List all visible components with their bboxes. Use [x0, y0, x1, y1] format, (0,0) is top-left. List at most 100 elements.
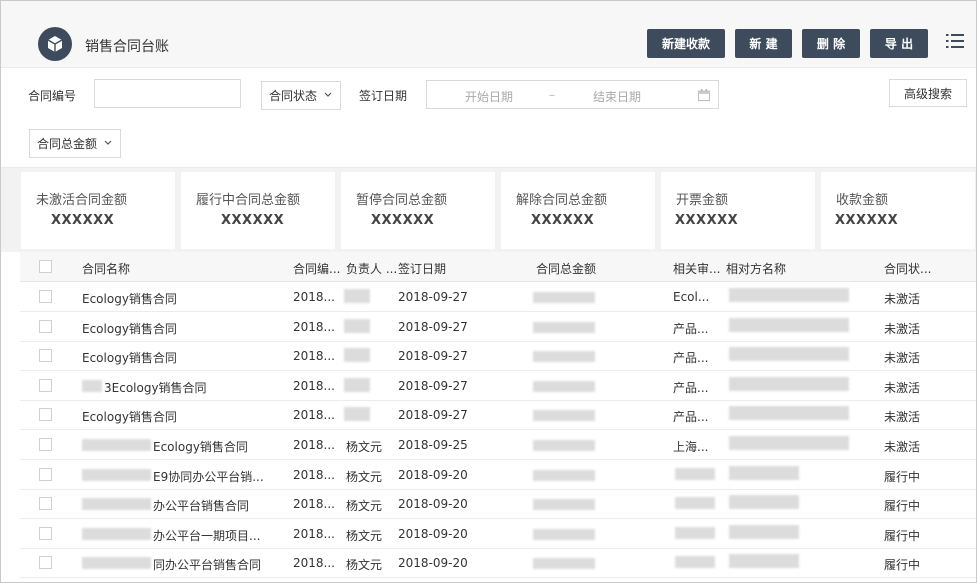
- chevron-down-icon: [104, 140, 112, 145]
- column-header-amount[interactable]: 合同总金额: [536, 260, 596, 277]
- new-receipt-button[interactable]: 新建收款: [647, 29, 725, 58]
- redacted-block: [533, 440, 595, 451]
- table-row[interactable]: 同办公平台销售合同 2018... 杨文元 2018-09-20 履行中: [20, 548, 976, 578]
- table-row[interactable]: Ecology销售合同 2018... 2018-09-27 产品... 未激活: [20, 312, 976, 342]
- column-header-status[interactable]: 合同状...: [884, 260, 931, 277]
- redacted-block: [82, 380, 102, 392]
- cell-date: 2018-09-20: [398, 497, 468, 511]
- row-checkbox[interactable]: [39, 379, 52, 392]
- start-date-input[interactable]: 开始日期: [465, 88, 513, 105]
- column-header-related[interactable]: 相关审...: [673, 260, 720, 277]
- column-header-date[interactable]: 签订日期: [398, 260, 446, 277]
- sign-date-label: 签订日期: [359, 89, 408, 103]
- redacted-block: [82, 498, 151, 510]
- cell-no: 2018...: [293, 349, 335, 363]
- summary-card-title: 解除合同总金额: [516, 193, 608, 208]
- contract-no-label: 合同编号: [28, 89, 77, 103]
- cell-related: 产品...: [673, 351, 709, 365]
- redacted-block: [729, 406, 849, 420]
- cell-status: 履行中: [884, 558, 921, 572]
- select-all-checkbox[interactable]: [39, 260, 52, 273]
- redacted-block: [533, 529, 595, 540]
- row-checkbox[interactable]: [39, 527, 52, 540]
- table-row[interactable]: Ecology销售合同 2018... 2018-09-27 Ecol... 未激活: [20, 282, 976, 312]
- redacted-block: [82, 528, 151, 540]
- redacted-block: [729, 436, 849, 450]
- table-row[interactable]: 办公平台一期项目... 2018... 杨文元 2018-09-20 履行中: [20, 519, 976, 549]
- cell-status: 未激活: [884, 292, 921, 306]
- cell-name: Ecology销售合同: [82, 351, 177, 365]
- table-row[interactable]: E9协同办公平台销... 2018... 杨文元 2018-09-20 履行中: [20, 460, 976, 490]
- cell-name: 办公平台一期项目...: [153, 529, 261, 543]
- cell-date: 2018-09-27: [398, 379, 468, 393]
- cell-date: 2018-09-20: [398, 556, 468, 570]
- cell-name: E9协同办公平台销...: [153, 470, 264, 484]
- delete-button[interactable]: 删 除: [802, 29, 860, 58]
- cell-status: 未激活: [884, 322, 921, 336]
- row-checkbox[interactable]: [39, 290, 52, 303]
- redacted-block: [344, 348, 370, 362]
- cell-status: 履行中: [884, 529, 921, 543]
- cell-no: 2018...: [293, 497, 335, 511]
- table-row[interactable]: Ecology销售合同 2018... 2018-09-27 产品... 未激活: [20, 400, 976, 430]
- row-checkbox[interactable]: [39, 349, 52, 362]
- redacted-block: [344, 319, 370, 333]
- cell-date: 2018-09-27: [398, 408, 468, 422]
- cell-status: 履行中: [884, 470, 921, 484]
- cell-name: 同办公平台销售合同: [153, 558, 262, 572]
- cell-status: 未激活: [884, 410, 921, 424]
- summary-card-title: 收款金额: [836, 193, 889, 208]
- summary-card: 解除合同总金额 XXXXXX: [501, 172, 655, 249]
- redacted-block: [344, 378, 370, 392]
- column-header-no[interactable]: 合同编...: [293, 260, 340, 277]
- cell-name: 3Ecology销售合同: [104, 381, 207, 395]
- row-checkbox[interactable]: [39, 438, 52, 451]
- cell-no: 2018...: [293, 290, 335, 304]
- calendar-icon[interactable]: [698, 89, 710, 101]
- summary-card-value: XXXXXX: [835, 213, 899, 228]
- redacted-block: [533, 410, 595, 421]
- end-date-input[interactable]: 结束日期: [593, 88, 641, 105]
- redacted-block: [533, 499, 595, 510]
- row-checkbox[interactable]: [39, 556, 52, 569]
- contract-no-input[interactable]: [94, 79, 241, 108]
- page-header: 销售合同台账 新建收款 新 建 删 除 导 出: [1, 1, 976, 68]
- summary-card: 未激活合同金额 XXXXXX: [21, 172, 175, 249]
- sign-date-range-picker[interactable]: 开始日期 – 结束日期: [426, 80, 719, 109]
- new-button[interactable]: 新 建: [735, 29, 792, 58]
- column-header-owner[interactable]: 负责人 ...: [346, 260, 397, 277]
- cell-owner: 杨文元: [346, 470, 383, 484]
- redacted-block: [344, 407, 370, 421]
- table-row[interactable]: 办公平台销售合同 2018... 杨文元 2018-09-20 履行中: [20, 489, 976, 519]
- contract-status-select[interactable]: 合同状态: [261, 81, 341, 110]
- redacted-block: [729, 525, 799, 539]
- summary-card-title: 履行中合同总金额: [196, 193, 301, 208]
- cell-no: 2018...: [293, 379, 335, 393]
- column-header-name[interactable]: 合同名称: [82, 260, 130, 277]
- summary-card: 履行中合同总金额 XXXXXX: [181, 172, 335, 249]
- cell-no: 2018...: [293, 320, 335, 334]
- table-row[interactable]: Ecology销售合同 2018... 杨文元 2018-09-25 上海... 未激活: [20, 430, 976, 460]
- summary-card-title: 未激活合同金额: [36, 193, 128, 208]
- redacted-block: [344, 289, 370, 303]
- cell-owner: 杨文元: [346, 529, 383, 543]
- row-checkbox[interactable]: [39, 497, 52, 510]
- cell-no: 2018...: [293, 527, 335, 541]
- row-checkbox[interactable]: [39, 468, 52, 481]
- column-header-counterparty[interactable]: 相对方名称: [726, 260, 786, 277]
- list-menu-icon[interactable]: [946, 33, 964, 49]
- export-button[interactable]: 导 出: [870, 29, 928, 58]
- table-row[interactable]: 3Ecology销售合同 2018... 2018-09-27 产品... 未激活: [20, 371, 976, 401]
- redacted-block: [533, 351, 595, 362]
- contract-amount-select[interactable]: 合同总金额: [29, 129, 121, 158]
- row-checkbox[interactable]: [39, 408, 52, 421]
- table-row[interactable]: Ecology销售合同 2018... 2018-09-27 产品... 未激活: [20, 341, 976, 371]
- redacted-block: [82, 469, 151, 481]
- redacted-block: [729, 318, 849, 332]
- row-checkbox[interactable]: [39, 320, 52, 333]
- redacted-block: [729, 554, 799, 568]
- cell-name: Ecology销售合同: [153, 440, 248, 454]
- advanced-search-button[interactable]: 高级搜索: [889, 79, 967, 107]
- summary-card: 收款金额 XXXXXX: [821, 172, 975, 249]
- summary-card-value: XXXXXX: [371, 213, 435, 228]
